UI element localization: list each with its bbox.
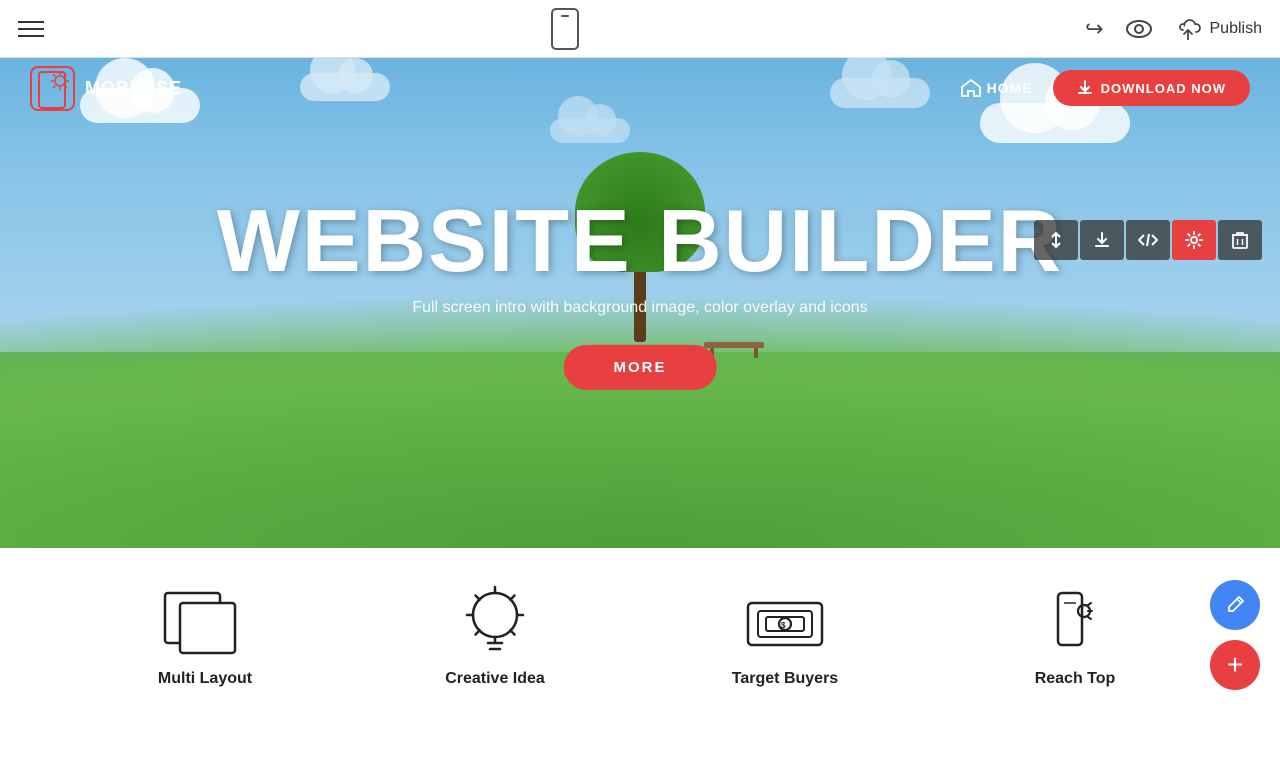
hero-subtitle: Full screen intro with background image,…	[217, 299, 1063, 317]
undo-icon[interactable]: ↩	[1085, 16, 1103, 42]
topbar: ↩ Publish	[0, 0, 1280, 58]
brand-logo-sun-icon	[51, 72, 69, 90]
cloud-5	[550, 118, 630, 143]
mobile-preview-icon[interactable]	[551, 8, 579, 50]
download-toolbar-button[interactable]	[1080, 220, 1124, 260]
hero-navbar: MOBIRISE HOME	[0, 58, 1280, 118]
hamburger-menu[interactable]	[18, 21, 44, 37]
cloud-upload-icon	[1174, 18, 1202, 40]
home-icon	[961, 79, 981, 97]
reach-top-label: Reach Top	[1035, 670, 1116, 688]
nav-right: HOME DOWNLOAD NOW	[961, 70, 1250, 106]
preview-eye-icon[interactable]	[1126, 20, 1152, 38]
delete-toolbar-button[interactable]	[1218, 220, 1262, 260]
feature-reach-top: Reach Top	[930, 580, 1220, 688]
feature-target-buyers: $ Target Buyers	[640, 580, 930, 688]
reach-top-icon	[1030, 580, 1120, 660]
fab-add-button[interactable]: +	[1210, 640, 1260, 690]
multi-layout-label: Multi Layout	[158, 670, 252, 688]
topbar-center	[551, 8, 579, 50]
main-content: MOBIRISE HOME	[0, 58, 1280, 720]
more-button[interactable]: MORE	[563, 345, 716, 390]
hero-title: WEBSITE BUILDER	[217, 197, 1063, 285]
topbar-right: ↩ Publish	[1085, 16, 1262, 42]
creative-idea-label: Creative Idea	[445, 670, 545, 688]
home-label: HOME	[987, 80, 1033, 96]
section-toolbar	[1034, 220, 1262, 260]
nav-home-link[interactable]: HOME	[961, 79, 1033, 97]
settings-toolbar-button[interactable]	[1172, 220, 1216, 260]
hero-section: MOBIRISE HOME	[0, 58, 1280, 548]
download-label: DOWNLOAD NOW	[1101, 81, 1226, 96]
brand-name: MOBIRISE	[85, 78, 182, 99]
topbar-left	[18, 21, 44, 37]
features-section: Multi Layout Creative Ide	[0, 548, 1280, 720]
hero-content: WEBSITE BUILDER Full screen intro with b…	[217, 197, 1063, 390]
publish-button[interactable]: Publish	[1174, 18, 1262, 40]
brand: MOBIRISE	[30, 66, 182, 111]
target-buyers-label: Target Buyers	[732, 670, 838, 688]
svg-text:$: $	[781, 621, 786, 630]
code-toolbar-button[interactable]	[1126, 220, 1170, 260]
fab-pen-button[interactable]	[1210, 580, 1260, 630]
feature-multi-layout: Multi Layout	[60, 580, 350, 688]
reorder-toolbar-button[interactable]	[1034, 220, 1078, 260]
creative-idea-icon	[450, 580, 540, 660]
feature-creative-idea: Creative Idea	[350, 580, 640, 688]
fab-container: +	[1210, 580, 1260, 690]
brand-logo	[30, 66, 75, 111]
multi-layout-icon	[160, 580, 250, 660]
download-icon	[1077, 80, 1093, 96]
publish-label: Publish	[1210, 20, 1262, 38]
download-button[interactable]: DOWNLOAD NOW	[1053, 70, 1250, 106]
target-buyers-icon: $	[740, 580, 830, 660]
